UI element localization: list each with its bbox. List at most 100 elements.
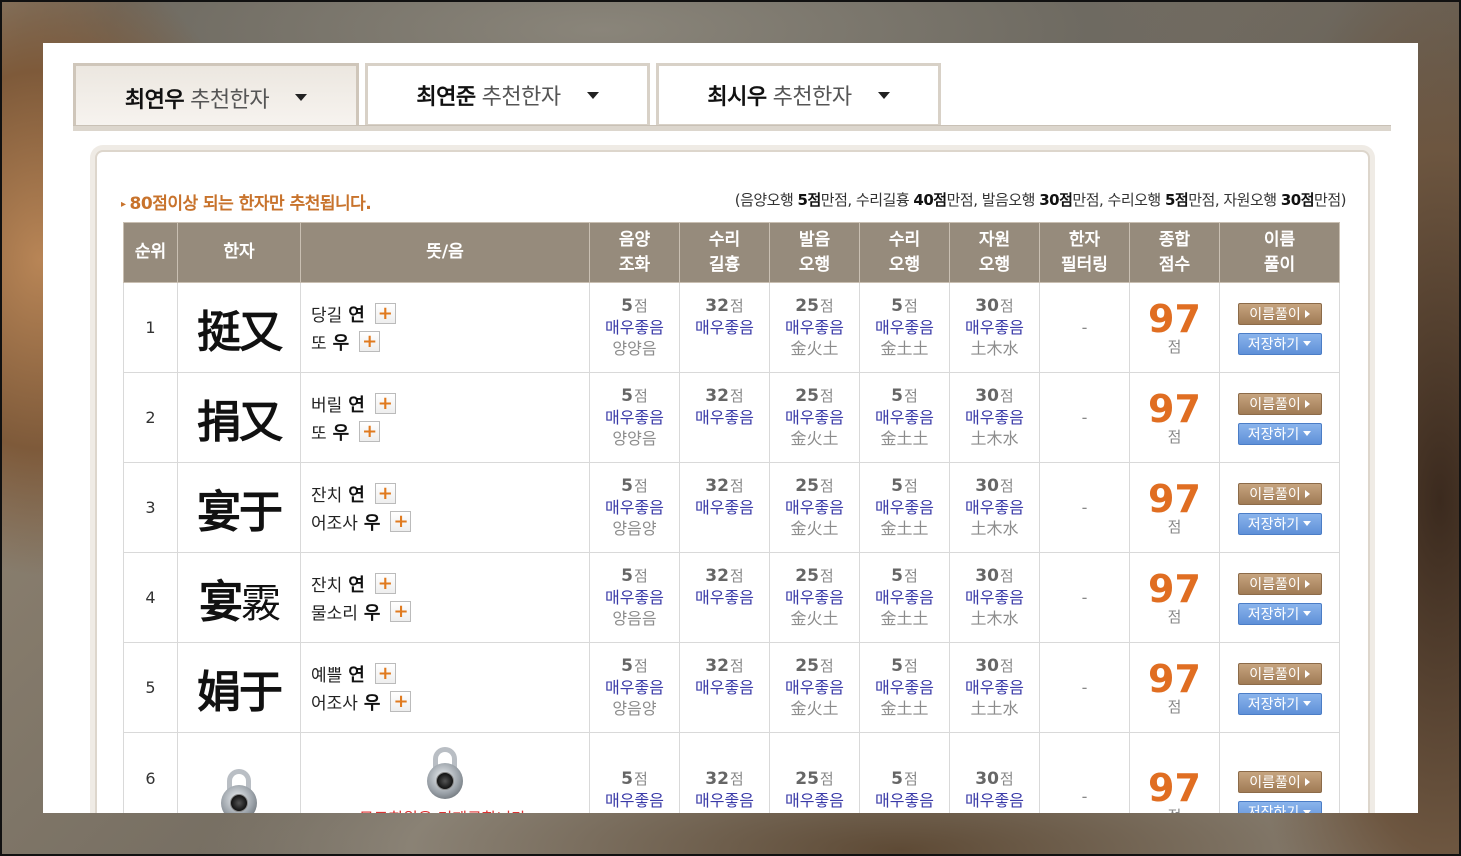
save-dropdown-button[interactable]: 저장하기 <box>1237 332 1322 355</box>
suri5-cell: 5점 매우좋음 金土土 <box>859 372 950 463</box>
element-text: 土木水 <box>970 609 1019 628</box>
hanja-first: 宴 <box>197 486 241 538</box>
button-group: 이름풀이 저장하기 <box>1220 391 1339 445</box>
button-group: 이름풀이 저장하기 <box>1220 571 1339 625</box>
rank-cell: 5 <box>123 642 178 733</box>
explain-cell: 이름풀이저장하기 <box>1219 732 1340 813</box>
meaning-text: 예쁠 <box>311 666 343 686</box>
name-explain-button[interactable]: 이름풀이 <box>1237 302 1322 325</box>
hanja-characters: 宴于 <box>197 486 283 538</box>
header-suri5: 수리 오행 <box>859 222 950 283</box>
plus-icon[interactable]: + <box>359 421 381 442</box>
lock-icon <box>425 747 465 799</box>
caret-down-icon <box>1303 431 1312 436</box>
criteria-text: 만점) <box>1314 191 1346 209</box>
plus-icon[interactable]: + <box>374 663 396 684</box>
criteria-text: 만점, 발음오행 <box>946 191 1040 209</box>
name-explain-button[interactable]: 이름풀이 <box>1237 572 1322 595</box>
save-dropdown-button[interactable]: 저장하기 <box>1237 422 1322 445</box>
element-text: 양음양 <box>612 519 657 538</box>
rating-text: 매우좋음 <box>875 791 934 810</box>
tab-name-1[interactable]: 최연우 추천한자 <box>73 63 359 129</box>
reading-text: 연 <box>348 394 365 416</box>
plus-icon[interactable]: + <box>390 601 412 622</box>
score-value: 25 <box>795 769 819 789</box>
rank-cell: 1 <box>123 282 178 373</box>
criteria-value: 5점 <box>797 191 822 209</box>
save-dropdown-button[interactable]: 저장하기 <box>1237 692 1322 715</box>
save-dropdown-button[interactable]: 저장하기 <box>1237 801 1322 813</box>
score-value: 5 <box>621 386 634 406</box>
rank-number: 6 <box>145 769 156 788</box>
element-text: 金土土 <box>880 609 929 628</box>
rating-text: 매우좋음 <box>605 318 664 337</box>
hanja-first: 宴 <box>199 576 243 628</box>
rating-text: 매우좋음 <box>695 678 754 697</box>
rating-text: 매우좋음 <box>785 678 844 697</box>
criteria-text: 만점, 자원오행 <box>1188 191 1281 209</box>
score-points: 30점 <box>950 656 1039 677</box>
meaning-row-second: 또 우 + <box>311 328 589 356</box>
rating-text: 매우좋음 <box>875 408 934 427</box>
element-text: 金火土 <box>790 609 839 628</box>
score-value: 30 <box>975 476 999 496</box>
plus-icon[interactable]: + <box>390 511 412 532</box>
plus-icon[interactable]: + <box>374 393 396 414</box>
rating-text: 매우좋음 <box>875 498 934 517</box>
hanja-second: 又 <box>239 396 283 448</box>
score-points: 32점 <box>680 476 769 497</box>
rank-number: 2 <box>145 408 156 427</box>
plus-icon[interactable]: + <box>374 303 396 324</box>
score-value: 32 <box>705 656 729 676</box>
plus-icon[interactable]: + <box>374 573 396 594</box>
total-cell: 97점 <box>1129 462 1220 553</box>
name-explain-button[interactable]: 이름풀이 <box>1237 392 1322 415</box>
header-line: 길흉 <box>708 254 741 275</box>
tab-name-2[interactable]: 최연준 추천한자 <box>365 63 650 127</box>
meaning-row-first: 예쁠 연 + <box>311 660 589 688</box>
score-value: 32 <box>705 769 729 789</box>
score-unit: 점 <box>729 567 744 585</box>
caret-down-icon <box>295 94 308 101</box>
tab-name: 최연우 <box>124 87 185 113</box>
name-explain-button[interactable]: 이름풀이 <box>1237 662 1322 685</box>
meaning-text: 어조사 <box>311 514 358 534</box>
rank-cell: 6 <box>123 732 178 813</box>
plus-icon[interactable]: + <box>359 331 381 352</box>
rating-text: 매우좋음 <box>965 791 1024 810</box>
criteria-value: 30점 <box>1039 191 1073 209</box>
name-explain-button[interactable]: 이름풀이 <box>1237 771 1322 793</box>
yinyang-cell: 5점 매우좋음 양음양 <box>589 462 680 553</box>
notice-label: 80점이상 되는 한자만 추천됩니다. <box>129 194 372 214</box>
save-dropdown-button[interactable]: 저장하기 <box>1237 512 1322 535</box>
tab-name: 최연준 <box>416 85 476 110</box>
element-text: 土木水 <box>970 519 1019 538</box>
score-value: 5 <box>891 476 904 496</box>
meaning-row-second: 또 우 + <box>311 418 589 446</box>
save-dropdown-button[interactable]: 저장하기 <box>1237 602 1322 625</box>
element-text: 金土土 <box>880 339 929 358</box>
score-unit: 점 <box>999 657 1014 675</box>
plus-icon[interactable]: + <box>374 483 396 504</box>
element-text: 金土土 <box>880 699 929 718</box>
score-unit: 점 <box>729 297 744 315</box>
rating-text: 매우좋음 <box>605 678 664 697</box>
caret-down-icon <box>1303 611 1312 616</box>
meaning-cell: 예쁠 연 + 어조사 우 + <box>300 642 590 733</box>
table-row: 5 娟于 예쁠 연 + 어조사 우 + 5점 매우좋음 양음양 32점 매우좋음 25점 매우좋… <box>123 642 1340 733</box>
meaning-cell: 잔치 연 + 물소리 우 + <box>300 552 590 643</box>
tab-name-3[interactable]: 최시우 추천한자 <box>656 63 941 127</box>
hanja-second: 霚 <box>241 580 281 627</box>
criteria-value: 5점 <box>1165 191 1189 209</box>
name-explain-button[interactable]: 이름풀이 <box>1237 482 1322 505</box>
total-unit: 점 <box>1167 427 1182 446</box>
element-text: 金火土 <box>790 429 839 448</box>
plus-icon[interactable]: + <box>390 691 412 712</box>
meaning-text: 잔치 <box>311 576 343 596</box>
balum-cell: 25점 매우좋음 金火土 <box>769 642 860 733</box>
total-unit: 점 <box>1167 337 1182 356</box>
button-label: 저장하기 <box>1247 516 1300 533</box>
score-points: 5점 <box>590 476 679 497</box>
total-score: 97 <box>1148 386 1201 431</box>
element-text: 金火土 <box>790 519 839 538</box>
